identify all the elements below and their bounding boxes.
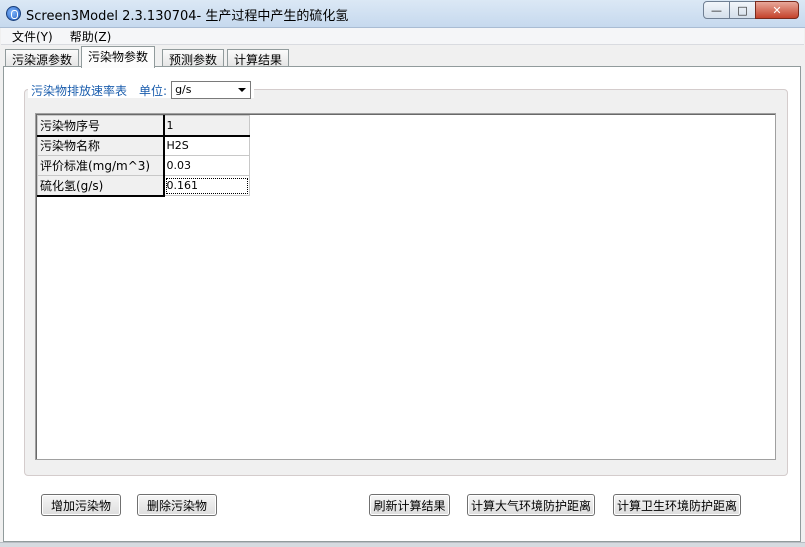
minimize-icon: — bbox=[711, 3, 722, 17]
chevron-down-icon[interactable] bbox=[235, 83, 249, 97]
refresh-results-button[interactable]: 刷新计算结果 bbox=[369, 494, 450, 516]
delete-pollutant-button[interactable]: 删除污染物 bbox=[137, 494, 217, 516]
row-header[interactable]: 污染物序号 bbox=[37, 115, 165, 137]
tab-prediction-params[interactable]: 预测参数 bbox=[162, 49, 225, 67]
unit-select[interactable]: g/s bbox=[171, 81, 252, 99]
window-bottom-edge bbox=[0, 542, 805, 547]
cell-value[interactable]: 0.03 bbox=[163, 155, 250, 176]
pollutant-table: 污染物序号 1 污染物名称 H2S 评价标准(mg/m^3) 0.03 硫化氢(… bbox=[37, 115, 250, 197]
row-header[interactable]: 污染物名称 bbox=[37, 135, 165, 156]
window-controls: — □ ✕ bbox=[703, 1, 799, 19]
menu-bar: 文件(Y) 帮助(Z) bbox=[1, 28, 804, 45]
cell-value[interactable]: 1 bbox=[163, 115, 250, 137]
tab-calc-results[interactable]: 计算结果 bbox=[227, 49, 290, 67]
maximize-button[interactable]: □ bbox=[729, 1, 756, 19]
tab-pollutant-params[interactable]: 污染物参数 bbox=[81, 46, 156, 68]
table-row: 评价标准(mg/m^3) 0.03 bbox=[37, 155, 250, 176]
minimize-button[interactable]: — bbox=[703, 1, 730, 19]
add-pollutant-button[interactable]: 增加污染物 bbox=[41, 494, 121, 516]
pollutant-grid[interactable]: 污染物序号 1 污染物名称 H2S 评价标准(mg/m^3) 0.03 硫化氢(… bbox=[35, 113, 776, 460]
close-button[interactable]: ✕ bbox=[755, 1, 799, 19]
pollutant-params-panel: 污染物排放速率表 单位: g/s 污染物序号 1 污染物名称 H2S 评价标准(… bbox=[3, 66, 801, 542]
cell-value[interactable]: H2S bbox=[163, 135, 250, 156]
health-protection-distance-button[interactable]: 计算卫生环境防护距离 bbox=[613, 494, 741, 516]
maximize-icon: □ bbox=[737, 3, 748, 17]
table-row: 污染物名称 H2S bbox=[37, 135, 250, 156]
cell-value[interactable]: 0.161 bbox=[163, 175, 250, 196]
group-legend: 污染物排放速率表 单位: g/s bbox=[28, 81, 255, 99]
unit-select-value: g/s bbox=[175, 83, 192, 96]
group-title: 污染物排放速率表 bbox=[31, 83, 128, 98]
tab-strip: 污染源参数 污染物参数 预测参数 计算结果 bbox=[3, 46, 801, 68]
table-row: 污染物序号 1 bbox=[37, 115, 250, 137]
tab-source-params[interactable]: 污染源参数 bbox=[5, 49, 80, 67]
menu-file[interactable]: 文件(Y) bbox=[1, 28, 59, 45]
app-icon bbox=[6, 6, 21, 21]
atmos-protection-distance-button[interactable]: 计算大气环境防护距离 bbox=[467, 494, 595, 516]
close-icon: ✕ bbox=[772, 3, 782, 17]
window-title: Screen3Model 2.3.130704- 生产过程中产生的硫化氢 bbox=[26, 9, 349, 24]
unit-label: 单位: bbox=[139, 83, 168, 98]
table-row: 硫化氢(g/s) 0.161 bbox=[37, 175, 250, 197]
row-header[interactable]: 评价标准(mg/m^3) bbox=[37, 155, 165, 176]
title-bar[interactable]: Screen3Model 2.3.130704- 生产过程中产生的硫化氢 — □… bbox=[0, 0, 805, 28]
row-header[interactable]: 硫化氢(g/s) bbox=[37, 175, 165, 197]
menu-help[interactable]: 帮助(Z) bbox=[59, 28, 118, 45]
